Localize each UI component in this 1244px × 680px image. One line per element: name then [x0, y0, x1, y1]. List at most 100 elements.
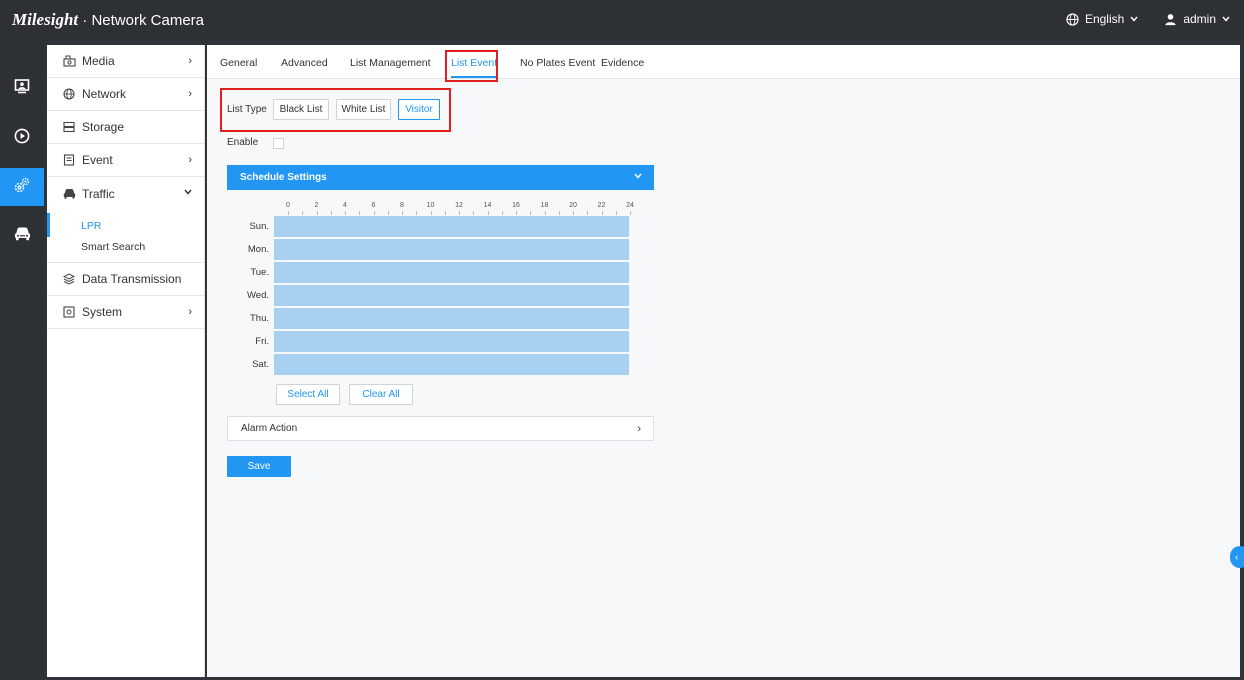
sidebar-item-label: Network — [82, 87, 127, 101]
hour-tick-label: 20 — [569, 202, 577, 209]
hour-tick — [473, 211, 475, 215]
chevron-left-icon: ‹ — [1235, 551, 1239, 563]
schedule-day-row[interactable] — [274, 262, 629, 283]
hour-tick — [630, 211, 631, 215]
hour-tick — [587, 211, 589, 215]
hour-tick-label: 2 — [314, 202, 319, 209]
select-all-button[interactable]: Select All — [276, 384, 340, 405]
sidebar-item-label: Storage — [82, 120, 125, 134]
rail-live-view[interactable] — [0, 69, 44, 107]
hour-tick — [402, 211, 403, 215]
hour-tick — [288, 211, 289, 215]
collapse-panel-button[interactable]: ‹ — [1230, 546, 1244, 568]
event-icon — [62, 153, 76, 167]
traffic-car-icon — [14, 226, 31, 246]
logo-separator: · — [78, 12, 92, 29]
enable-label: Enable — [227, 137, 259, 148]
hour-tick — [444, 211, 446, 215]
sidebar-item-data-transmission[interactable]: Data Transmission — [47, 263, 204, 296]
tab-evidence[interactable]: Evidence — [601, 57, 644, 69]
sidebar-item-system[interactable]: System › — [47, 296, 204, 329]
hour-tick — [359, 211, 361, 215]
sidebar-subitem-lpr[interactable]: LPR — [47, 213, 204, 237]
schedule-day-row[interactable] — [274, 354, 629, 375]
sidebar-item-storage[interactable]: Storage — [47, 111, 204, 144]
sidebar-item-label: Traffic — [82, 186, 115, 201]
hour-tick — [459, 211, 460, 215]
chevron-right-icon: › — [188, 55, 192, 67]
language-selector[interactable]: English — [1066, 12, 1138, 26]
save-button[interactable]: Save — [227, 456, 291, 477]
icon-rail — [0, 41, 44, 680]
brand-name: Milesight — [12, 10, 79, 29]
hour-tick-label: 4 — [343, 202, 347, 209]
tab-list-event[interactable]: List Event — [451, 57, 498, 78]
day-label: Tue. — [250, 267, 269, 278]
main-panel: General Advanced List Management List Ev… — [207, 45, 1240, 677]
tab-general[interactable]: General — [220, 57, 257, 69]
enable-checkbox[interactable] — [273, 138, 284, 149]
hour-tick — [516, 211, 517, 215]
globe-icon — [62, 87, 76, 101]
day-label: Wed. — [246, 290, 269, 301]
sidebar-item-traffic[interactable]: Traffic — [47, 177, 204, 210]
sidebar-subitem-smart-search[interactable]: Smart Search — [47, 237, 204, 258]
hour-tick — [501, 211, 503, 215]
traffic-submenu: LPR Smart Search — [47, 210, 204, 263]
top-header: Milesight · Network Camera English admin — [0, 0, 1244, 41]
tab-no-plates-event[interactable]: No Plates Event — [520, 57, 595, 69]
sidebar-item-network[interactable]: Network › — [47, 78, 204, 111]
visitor-button[interactable]: Visitor — [398, 99, 440, 120]
chevron-down-icon — [184, 186, 192, 198]
user-icon — [1164, 13, 1177, 26]
hour-tick — [416, 211, 418, 215]
hour-tick — [330, 211, 332, 215]
hour-tick — [316, 211, 318, 215]
hour-tick — [615, 211, 617, 215]
sidebar-item-media[interactable]: Media › — [47, 45, 204, 78]
rail-settings[interactable] — [0, 168, 44, 206]
hour-tick — [345, 211, 346, 215]
hour-tick — [373, 211, 375, 215]
sidebar-item-label: System — [82, 305, 123, 319]
white-list-button[interactable]: White List — [336, 99, 391, 120]
live-view-icon — [14, 78, 30, 99]
tab-bar: General Advanced List Management List Ev… — [207, 45, 1240, 79]
user-menu[interactable]: admin — [1164, 12, 1230, 26]
rail-traffic[interactable] — [0, 217, 44, 255]
schedule-settings-header[interactable]: Schedule Settings — [227, 165, 654, 190]
car-icon — [62, 187, 76, 201]
schedule-day-row[interactable] — [274, 285, 629, 306]
schedule-settings-title: Schedule Settings — [240, 172, 327, 183]
black-list-button[interactable]: Black List — [273, 99, 329, 120]
schedule-day-row[interactable] — [274, 308, 629, 329]
alarm-action-header[interactable]: Alarm Action › — [227, 416, 654, 441]
hour-tick-label: 18 — [540, 202, 549, 209]
sidebar-item-event[interactable]: Event › — [47, 144, 204, 177]
chevron-right-icon: › — [188, 154, 192, 166]
tab-advanced[interactable]: Advanced — [281, 57, 328, 69]
hour-tick — [302, 211, 304, 215]
hour-tick-label: 8 — [400, 202, 404, 209]
day-label: Sat. — [252, 359, 269, 370]
hour-tick — [558, 211, 560, 215]
chevron-down-icon — [1130, 16, 1138, 22]
hour-tick-label: 0 — [286, 202, 290, 209]
hour-tick-label: 6 — [371, 202, 376, 209]
rail-playback[interactable] — [0, 119, 44, 157]
hour-tick — [573, 211, 574, 215]
schedule-day-row[interactable] — [274, 331, 629, 352]
sidebar-item-label: Media — [82, 54, 115, 68]
hour-tick-label: 10 — [426, 202, 435, 209]
schedule-day-row[interactable] — [274, 216, 629, 237]
sidebar-item-label: Data Transmission — [82, 272, 182, 286]
tab-list-management[interactable]: List Management — [350, 57, 431, 69]
playback-icon — [14, 128, 30, 149]
hour-tick-label: 16 — [512, 202, 520, 209]
day-label: Sun. — [249, 221, 269, 232]
settings-icon — [13, 176, 31, 199]
clear-all-button[interactable]: Clear All — [349, 384, 413, 405]
schedule-day-row[interactable] — [274, 239, 629, 260]
chevron-down-icon — [1222, 16, 1230, 22]
day-label: Fri. — [255, 336, 269, 347]
